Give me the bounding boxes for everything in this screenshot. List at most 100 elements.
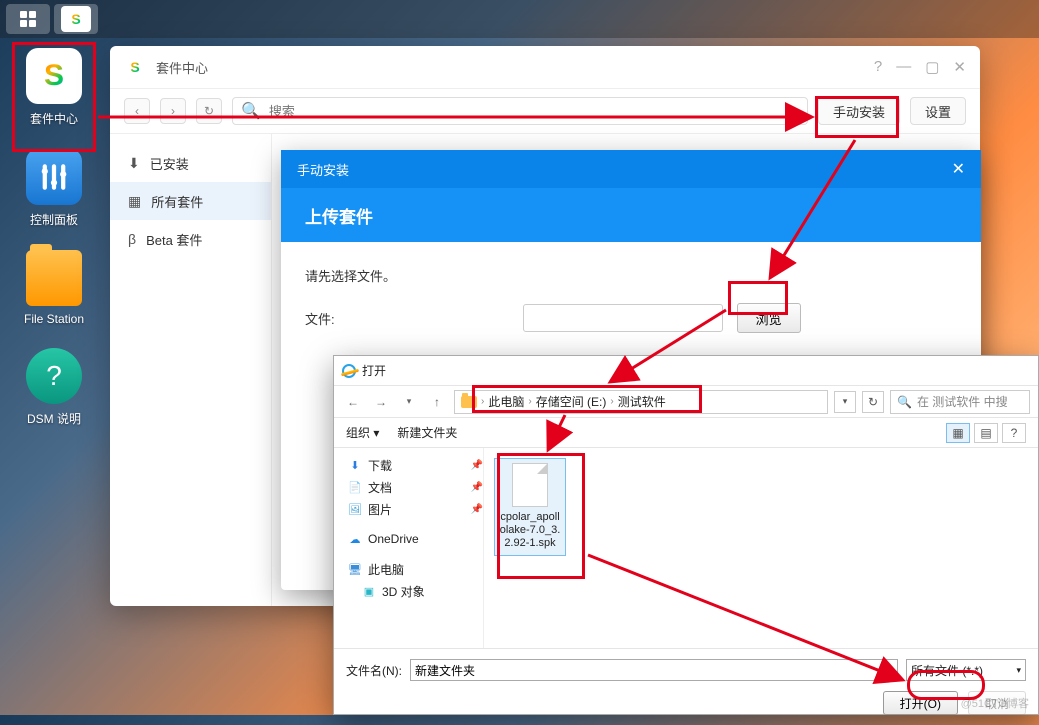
chevron-right-icon: ›	[610, 396, 613, 407]
close-button[interactable]: ✕	[953, 58, 966, 76]
dialog-header: 上传套件	[281, 188, 981, 242]
taskbar: S	[0, 0, 1039, 38]
filestation-icon	[26, 250, 82, 306]
desktop-item-dsmhelp[interactable]: ? DSM 说明	[26, 348, 82, 427]
chevron-right-icon: ›	[481, 396, 484, 407]
new-folder-button[interactable]: 新建文件夹	[397, 424, 457, 441]
window-title: 套件中心	[156, 58, 208, 77]
apps-grid-icon	[20, 11, 36, 27]
file-label: 文件:	[305, 309, 335, 328]
sidebar-item-label: 已安装	[150, 154, 189, 173]
sidebar-item-installed[interactable]: ⬇ 已安装	[110, 144, 271, 182]
tree-item-onedrive[interactable]: ☁OneDrive	[334, 528, 483, 550]
filename-input[interactable]	[410, 659, 898, 681]
nav-up-button[interactable]: ↑	[426, 391, 448, 413]
tree-item-documents[interactable]: 📄文档📌	[334, 476, 483, 498]
refresh-button[interactable]: ↻	[196, 98, 222, 124]
manual-install-button[interactable]: 手动安装	[818, 97, 900, 125]
grid-icon: ▦	[128, 193, 141, 210]
dialog-titlebar[interactable]: 手动安装 ✕	[281, 150, 981, 188]
help-button[interactable]: ?	[874, 58, 882, 76]
taskbar-pkgcenter-button[interactable]: S	[54, 4, 98, 34]
desktop-label: 控制面板	[30, 211, 78, 228]
nav-forward-button[interactable]: →	[370, 391, 392, 413]
open-button[interactable]: 打开(O)	[883, 691, 958, 715]
desktop-icons: S 套件中心 控制面板 File Station ? DSM 说明	[0, 38, 108, 427]
document-icon: 📄	[348, 480, 362, 494]
close-icon[interactable]: ✕	[952, 159, 965, 179]
organize-button[interactable]: 组织 ▾	[346, 424, 379, 441]
nav-back-button[interactable]: ←	[342, 391, 364, 413]
search-icon: 🔍	[897, 395, 912, 409]
controlpanel-icon	[26, 149, 82, 205]
tree-item-thispc[interactable]: 🖥此电脑	[334, 558, 483, 580]
breadcrumb-item[interactable]: 测试软件	[618, 393, 666, 410]
open-bottom: 文件名(N): 所有文件 (*.*)▾ 打开(O) 取消	[334, 648, 1038, 725]
picture-icon: 🖼	[348, 502, 362, 516]
computer-icon: 🖥	[348, 562, 362, 576]
help-button[interactable]: ?	[1002, 423, 1026, 443]
sidebar-item-beta[interactable]: β Beta 套件	[110, 220, 271, 258]
open-toolbar: 组织 ▾ 新建文件夹 ▦ ▤ ?	[334, 418, 1038, 448]
sidebar-item-label: Beta 套件	[146, 230, 202, 249]
folder-tree: ⬇下载📌 📄文档📌 🖼图片📌 ☁OneDrive 🖥此电脑 ▣3D 对象	[334, 448, 484, 648]
download-icon: ⬇	[348, 458, 362, 472]
pin-icon: 📌	[471, 482, 483, 493]
desktop-item-pkgcenter[interactable]: S 套件中心	[26, 48, 82, 127]
pkgcenter-sidebar: ⬇ 已安装 ▦ 所有套件 β Beta 套件	[110, 134, 272, 606]
search-placeholder: 在 测试软件 中搜	[917, 393, 1008, 410]
address-bar[interactable]: › 此电脑 › 存储空间 (E:) › 测试软件	[454, 390, 828, 414]
sidebar-item-all[interactable]: ▦ 所有套件	[110, 182, 271, 220]
open-nav: ← → ▾ ↑ › 此电脑 › 存储空间 (E:) › 测试软件 ▾ ↻ 🔍 在…	[334, 386, 1038, 418]
ie-icon	[342, 364, 356, 378]
pkgcenter-toolbar: ‹ › ↻ 🔍 手动安装 设置	[110, 88, 980, 134]
nav-forward-button[interactable]: ›	[160, 98, 186, 124]
nav-recent-button[interactable]: ▾	[398, 391, 420, 413]
cube-icon: ▣	[362, 584, 376, 598]
beta-icon: β	[128, 231, 136, 247]
desktop-label: File Station	[24, 312, 84, 326]
help-icon: ?	[26, 348, 82, 404]
settings-button[interactable]: 设置	[910, 97, 966, 125]
chevron-down-icon: ▾	[1016, 665, 1021, 676]
refresh-button[interactable]: ↻	[862, 391, 884, 413]
desktop-item-controlpanel[interactable]: 控制面板	[26, 149, 82, 228]
filename-label: 文件名(N):	[346, 662, 402, 679]
file-open-dialog: 打开 ← → ▾ ↑ › 此电脑 › 存储空间 (E:) › 测试软件 ▾ ↻ …	[333, 355, 1039, 715]
open-titlebar[interactable]: 打开	[334, 356, 1038, 386]
desktop-label: DSM 说明	[27, 410, 81, 427]
view-icons-button[interactable]: ▦	[946, 423, 970, 443]
desktop-item-filestation[interactable]: File Station	[24, 250, 84, 326]
file-icon	[512, 463, 548, 507]
view-details-button[interactable]: ▤	[974, 423, 998, 443]
tree-item-downloads[interactable]: ⬇下载📌	[334, 454, 483, 476]
pkgcenter-icon: S	[26, 48, 82, 104]
address-dropdown-button[interactable]: ▾	[834, 391, 856, 413]
dialog-prompt: 请先选择文件。	[305, 266, 957, 285]
breadcrumb-item[interactable]: 存储空间 (E:)	[536, 393, 607, 410]
tree-item-pictures[interactable]: 🖼图片📌	[334, 498, 483, 520]
open-title: 打开	[362, 362, 386, 379]
chevron-right-icon: ›	[528, 396, 531, 407]
sidebar-item-label: 所有套件	[151, 192, 203, 211]
breadcrumb-item[interactable]: 此电脑	[488, 393, 524, 410]
download-icon: ⬇	[128, 155, 140, 172]
search-box[interactable]: 🔍	[232, 97, 808, 125]
taskbar-apps-button[interactable]	[6, 4, 50, 34]
file-list[interactable]: cpolar_apollolake-7.0_3.2.92-1.spk	[484, 448, 1038, 648]
pkgcenter-icon: S	[61, 6, 91, 32]
nav-back-button[interactable]: ‹	[124, 98, 150, 124]
pin-icon: 📌	[471, 460, 483, 471]
filetype-combo[interactable]: 所有文件 (*.*)▾	[906, 659, 1026, 681]
pkgcenter-titlebar[interactable]: S 套件中心 ? — ▢ ✕	[110, 46, 980, 88]
search-icon: 🔍	[241, 101, 261, 121]
cloud-icon: ☁	[348, 532, 362, 546]
maximize-button[interactable]: ▢	[925, 58, 939, 76]
minimize-button[interactable]: —	[896, 58, 911, 76]
open-search[interactable]: 🔍 在 测试软件 中搜	[890, 390, 1030, 414]
search-input[interactable]	[269, 104, 799, 119]
tree-item-3dobjects[interactable]: ▣3D 对象	[334, 580, 483, 602]
file-input[interactable]	[523, 304, 723, 332]
file-item[interactable]: cpolar_apollolake-7.0_3.2.92-1.spk	[494, 458, 566, 556]
browse-button[interactable]: 浏览	[737, 303, 801, 333]
